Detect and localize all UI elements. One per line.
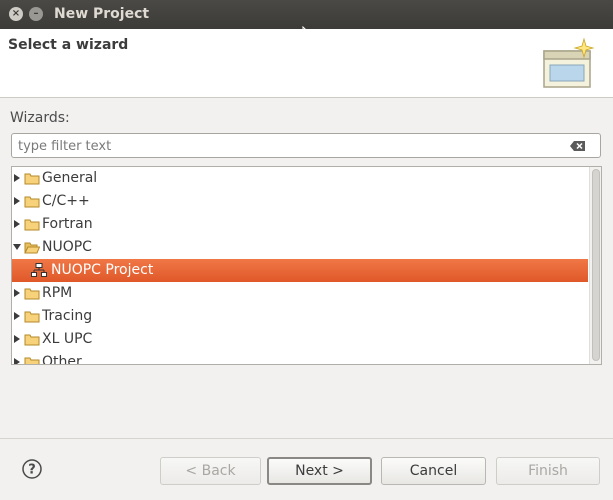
filter-field-container [11,133,601,158]
tree-item-label: XL UPC [42,331,93,347]
button-bar-separator [0,438,613,439]
folder-icon [24,196,40,208]
expand-arrow-icon[interactable] [12,173,22,183]
tree-item-xl-upc[interactable]: XL UPC [12,328,588,351]
tree-item-general[interactable]: General [12,167,588,190]
wizard-header: Select a wizard [0,29,613,98]
new-wizard-icon [543,37,595,88]
tree-item-rpm[interactable]: RPM [12,282,588,305]
svg-text:?: ? [28,463,36,478]
scrollbar-thumb[interactable] [592,169,600,361]
expand-arrow-icon[interactable] [12,357,22,365]
folder-icon [24,219,40,231]
minimize-icon: – [33,8,39,19]
tree-item-label: RPM [42,285,73,301]
tree-item-label: NUOPC [42,239,92,255]
tree-item-label: Other [42,354,82,365]
wizard-tree[interactable]: General C/C++ Fortran NUOPC NUOPC Projec… [11,166,602,365]
expand-arrow-icon[interactable] [12,288,22,298]
page-title: Select a wizard [8,37,129,53]
tree-item-nuopc[interactable]: NUOPC [12,236,588,259]
tree-item-label: C/C++ [42,193,90,209]
tree-item-label: General [42,170,98,186]
tree-item-label: NUOPC Project [51,262,154,278]
window-title: New Project [54,6,150,22]
folder-icon [24,173,40,185]
folder-icon [24,334,40,346]
expand-arrow-icon[interactable] [12,196,22,206]
tree-item-c-cpp[interactable]: C/C++ [12,190,588,213]
tree-item-other[interactable]: Other [12,351,588,365]
folder-open-icon [24,242,40,254]
filter-input[interactable] [18,137,558,155]
folder-icon [24,357,40,364]
expand-arrow-icon[interactable] [12,334,22,344]
minimize-window-button[interactable]: – [29,7,43,21]
help-icon[interactable]: ? [22,459,42,479]
back-button[interactable]: < Back [160,457,261,485]
project-hierarchy-icon [31,263,47,277]
wizards-label: Wizards: [10,110,70,126]
clear-filter-icon[interactable] [570,141,586,151]
expand-arrow-icon[interactable] [12,311,22,321]
tree-item-label: Tracing [42,308,93,324]
collapse-arrow-icon[interactable] [12,242,22,252]
cancel-button[interactable]: Cancel [381,457,486,485]
tree-scrollbar[interactable] [589,167,601,364]
close-icon: × [11,8,21,19]
expand-arrow-icon[interactable] [12,219,22,229]
tree-item-label: Fortran [42,216,93,232]
tree-item-fortran[interactable]: Fortran [12,213,588,236]
next-button[interactable]: Next > [267,457,372,485]
close-window-button[interactable]: × [9,7,23,21]
folder-icon [24,311,40,323]
folder-icon [24,288,40,300]
tree-item-tracing[interactable]: Tracing [12,305,588,328]
tree-item-nuopc-project[interactable]: NUOPC Project [12,259,588,282]
finish-button[interactable]: Finish [496,457,600,485]
title-bar: × – New Project [0,0,613,29]
